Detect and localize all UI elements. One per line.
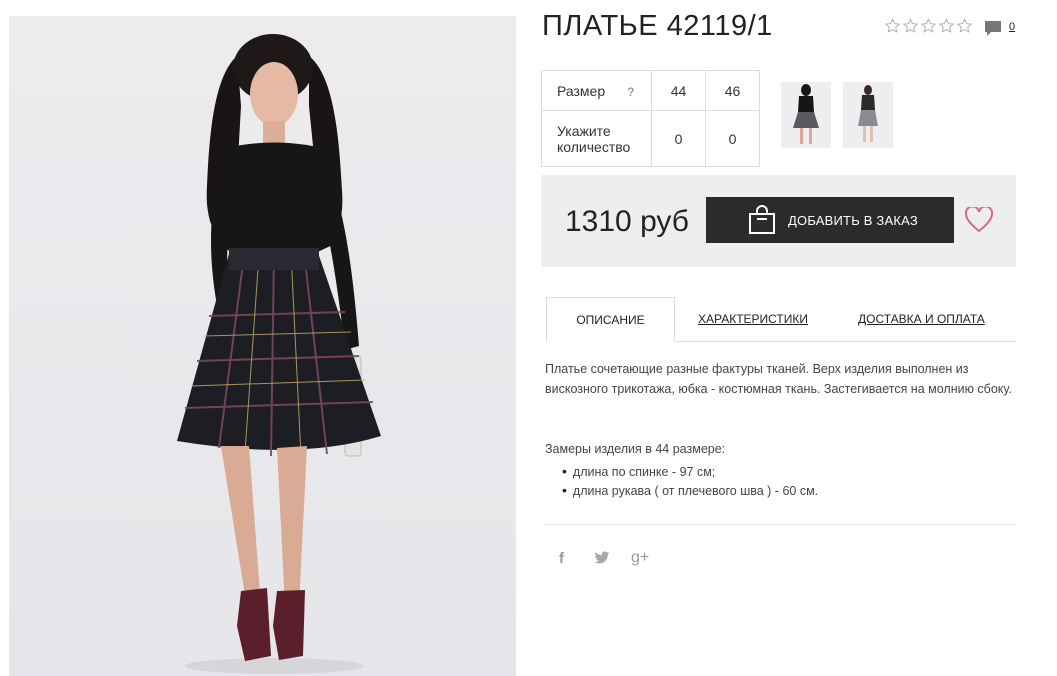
quantity-input[interactable]: 0 (651, 110, 706, 167)
star-icon[interactable] (884, 17, 901, 35)
size-table: Размер? 44 46 Укажите количество 0 0 (541, 70, 760, 167)
add-to-order-label: ДОБАВИТЬ В ЗАКАЗ (788, 212, 918, 228)
price-box: 1310 руб ДОБАВИТЬ В ЗАКАЗ (541, 175, 1016, 267)
tab-characteristics[interactable]: ХАРАКТЕРИСТИКИ (698, 297, 808, 342)
bag-icon (749, 205, 775, 234)
product-title: ПЛАТЬЕ 42119/1 (542, 10, 773, 42)
list-item: длина рукава ( от плечевого шва ) - 60 с… (562, 481, 818, 500)
star-icon[interactable] (902, 17, 919, 35)
facebook-icon[interactable]: f (559, 548, 564, 568)
size-label: Размер (557, 82, 606, 99)
tab-description[interactable]: ОПИСАНИЕ (546, 297, 675, 342)
rating-stars[interactable] (884, 17, 973, 35)
star-icon[interactable] (938, 17, 955, 35)
product-description: Платье сочетающие разные фактуры тканей.… (545, 362, 1012, 396)
comments-count-link[interactable]: 0 (1009, 21, 1015, 33)
product-tabs: ОПИСАНИЕ ХАРАКТЕРИСТИКИ ДОСТАВКА И ОПЛАТ… (546, 297, 1016, 342)
add-to-order-button[interactable]: ДОБАВИТЬ В ЗАКАЗ (706, 197, 954, 243)
list-item: длина по спинке - 97 см; (562, 462, 818, 481)
price: 1310 руб (565, 205, 689, 238)
size-option: 44 (651, 70, 706, 111)
star-icon[interactable] (920, 17, 937, 35)
size-help-icon[interactable]: ? (627, 85, 634, 99)
divider (545, 524, 1016, 525)
heart-icon[interactable] (965, 207, 993, 233)
measurements-list: длина по спинке - 97 см; длина рукава ( … (562, 462, 818, 500)
size-label-cell: Размер? (541, 70, 652, 111)
comment-icon[interactable] (984, 20, 1002, 38)
product-thumbnail[interactable] (781, 82, 831, 148)
quantity-input[interactable]: 0 (705, 110, 760, 167)
star-icon[interactable] (956, 17, 973, 35)
product-main-photo[interactable] (9, 16, 516, 676)
quantity-label: Укажите количество (541, 110, 652, 167)
product-thumbnail[interactable] (843, 82, 893, 148)
size-option: 46 (705, 70, 760, 111)
measurements-title: Замеры изделия в 44 размере: (545, 442, 726, 456)
twitter-icon[interactable] (594, 548, 610, 568)
tab-delivery-payment[interactable]: ДОСТАВКА И ОПЛАТА (858, 297, 985, 342)
gplus-icon[interactable]: g+ (631, 548, 649, 568)
